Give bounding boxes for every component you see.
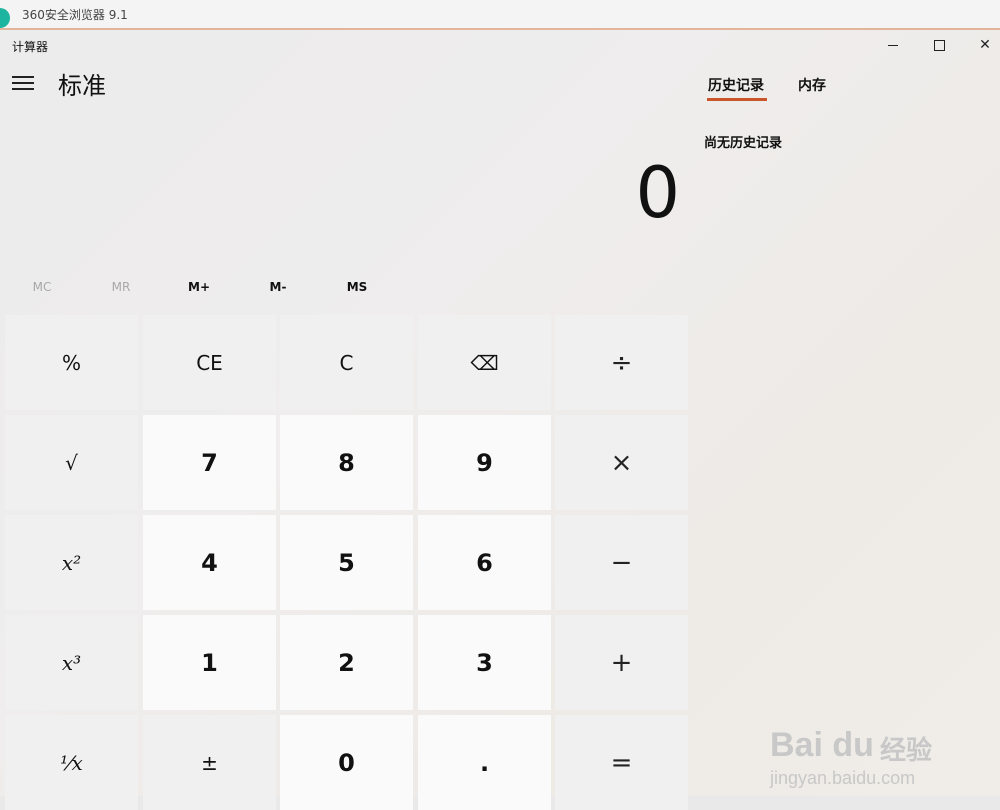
cube-button[interactable]: x³ xyxy=(5,615,138,710)
digit-9-button[interactable]: 9 xyxy=(418,415,551,510)
cube-label: x³ xyxy=(61,650,82,675)
watermark-cn: 经验 xyxy=(880,736,933,766)
backspace-icon: ⌫ xyxy=(470,350,499,375)
active-tab-indicator xyxy=(707,98,767,101)
clear-button[interactable]: C xyxy=(280,315,413,410)
square-label: x² xyxy=(61,550,82,575)
browser-logo-icon xyxy=(0,8,10,28)
maximize-button[interactable] xyxy=(916,30,962,60)
watermark-brand: Bai du xyxy=(770,726,874,764)
app-title: 计算器 xyxy=(12,40,49,54)
minimize-icon xyxy=(888,44,898,46)
digit-4-button[interactable]: 4 xyxy=(143,515,276,610)
reciprocal-label: ¹⁄x xyxy=(60,750,83,775)
history-empty-message: 尚无历史记录 xyxy=(704,136,783,151)
memory-clear-button[interactable]: MC xyxy=(12,280,72,294)
result-display: 0 xyxy=(635,152,680,234)
digit-5-button[interactable]: 5 xyxy=(280,515,413,610)
maximize-icon xyxy=(933,39,945,51)
browser-title: 360安全浏览器 9.1 xyxy=(22,8,128,22)
digit-6-button[interactable]: 6 xyxy=(418,515,551,610)
digit-8-button[interactable]: 8 xyxy=(280,415,413,510)
add-button[interactable]: + xyxy=(555,615,688,710)
browser-titlebar: 360安全浏览器 9.1 xyxy=(0,0,1000,30)
tab-history[interactable]: 历史记录 xyxy=(708,75,764,95)
watermark-url: jingyan.baidu.com xyxy=(770,768,916,788)
square-button[interactable]: x² xyxy=(5,515,138,610)
digit-7-button[interactable]: 7 xyxy=(143,415,276,510)
digit-3-button[interactable]: 3 xyxy=(418,615,551,710)
tab-memory[interactable]: 内存 xyxy=(798,75,826,95)
hamburger-menu-icon[interactable] xyxy=(12,76,34,92)
clear-entry-button[interactable]: CE xyxy=(143,315,276,410)
close-button[interactable]: ✕ xyxy=(962,30,1000,60)
calculator-window: 计算器 ✕ 标准 历史记录 内存 尚无历史记录 0 MC MR M+ M- MS… xyxy=(0,30,1000,810)
multiply-button[interactable]: × xyxy=(555,415,688,510)
mode-title: 标准 xyxy=(58,72,106,100)
memory-store-button[interactable]: MS xyxy=(327,280,387,294)
digit-2-button[interactable]: 2 xyxy=(280,615,413,710)
memory-recall-button[interactable]: MR xyxy=(91,280,151,294)
backspace-button[interactable]: ⌫ xyxy=(418,315,551,410)
percent-button[interactable]: % xyxy=(5,315,138,410)
subtract-button[interactable]: − xyxy=(555,515,688,610)
digit-1-button[interactable]: 1 xyxy=(143,615,276,710)
close-icon: ✕ xyxy=(979,37,991,53)
memory-subtract-button[interactable]: M- xyxy=(248,280,308,294)
baidu-watermark: Bai du 经验 jingyan.baidu.com xyxy=(770,720,970,800)
square-root-button[interactable]: √ xyxy=(5,415,138,510)
minimize-button[interactable] xyxy=(870,30,916,60)
memory-add-button[interactable]: M+ xyxy=(169,280,229,294)
divide-button[interactable]: ÷ xyxy=(555,315,688,410)
